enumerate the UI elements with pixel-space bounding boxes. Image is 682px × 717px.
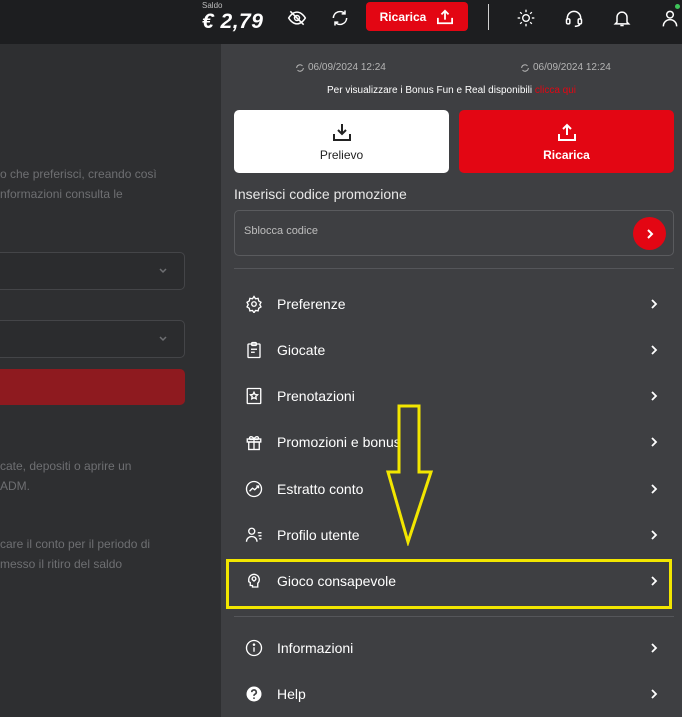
background-page: o che preferisci, creando così nformazio… [0,44,221,717]
left-text-3: cate, depositi o aprire un [0,459,132,473]
promo-submit-button[interactable] [633,217,666,250]
sun-icon[interactable] [514,6,538,30]
menu-item-label: Prenotazioni [277,388,355,404]
menu-item-preferenze[interactable]: Preferenze [234,284,674,324]
chevron-right-icon [651,391,658,401]
menu-item-help[interactable]: Help [234,674,674,714]
menu-item-informazioni[interactable]: Informazioni [234,628,674,668]
upload-icon [437,9,454,24]
left-text-6: messo il ritiro del saldo [0,557,123,571]
bonus-link[interactable]: clicca qui [535,85,576,96]
chevron-right-icon [651,643,658,653]
menu-item-prenotazioni[interactable]: Prenotazioni [234,376,674,416]
user-list-icon [244,525,264,545]
bonus-text: Per visualizzare i Bonus Fun e Real disp… [326,85,533,96]
bonus-info: Per visualizzare i Bonus Fun e Real disp… [221,85,682,96]
refresh-icon[interactable] [328,6,352,30]
prelievo-label: Prelievo [319,147,364,162]
top-bar: Saldo € 2,79 Ricarica [0,0,682,44]
chevron-right-icon [651,299,658,309]
menu-item-promozioni[interactable]: Promozioni e bonus [234,422,674,462]
left-select-2 [0,320,185,358]
menu-item-estratto-conto[interactable]: Estratto conto [234,469,674,509]
user-icon[interactable] [658,6,682,30]
gift-icon [244,432,264,452]
menu-item-label: Preferenze [277,296,346,312]
menu-item-label: Estratto conto [277,481,364,497]
gear-icon [244,294,264,314]
divider [234,268,674,269]
eye-off-icon[interactable] [285,6,309,30]
promo-code-box [234,210,674,256]
chevron-right-icon [651,437,658,447]
header-ricarica-label: Ricarica [379,9,427,24]
left-select-1 [0,252,185,290]
promo-code-input[interactable] [244,225,624,237]
bookmark-star-icon [244,386,264,406]
clipboard-icon [244,340,264,360]
chevron-right-icon [651,689,658,699]
menu-item-profilo-utente[interactable]: Profilo utente [234,515,674,555]
sync-timestamp-left: 06/09/2024 12:24 [295,62,386,73]
sync-time-right: 06/09/2024 12:24 [533,62,611,73]
sync-icon [521,63,529,72]
header-divider [488,4,489,30]
left-text-4: ADM. [0,479,30,493]
promo-title: Inserisci codice promozione [234,186,407,202]
menu-item-label: Informazioni [277,640,354,656]
chevron-right-icon [646,228,653,239]
left-text-5: care il conto per il periodo di [0,537,151,551]
chevron-right-icon [651,530,658,540]
download-icon [332,123,351,141]
menu-item-label: Profilo utente [277,527,360,543]
highlight-box [226,559,672,609]
chevron-right-icon [651,345,658,355]
chevron-right-icon [651,484,658,494]
divider [234,616,674,617]
upload-icon [557,123,576,141]
left-text-1: o che preferisci, creando così [0,167,157,181]
menu-item-label: Giocate [277,342,326,358]
saldo-value: € 2,79 [202,10,264,33]
ricarica-button[interactable]: Ricarica [459,110,674,173]
menu-item-giocate[interactable]: Giocate [234,330,674,370]
info-icon [244,638,264,658]
sync-icon [296,63,304,72]
chart-trend-icon [244,479,264,499]
bell-icon[interactable] [610,6,634,30]
help-icon [244,684,264,704]
header-ricarica-button[interactable]: Ricarica [366,2,468,31]
sync-timestamp-right: 06/09/2024 12:24 [520,62,611,73]
ricarica-label: Ricarica [543,147,590,162]
prelievo-button[interactable]: Prelievo [234,110,449,173]
menu-item-label: Promozioni e bonus [277,434,401,450]
left-action-button [0,369,185,405]
headset-icon[interactable] [562,6,586,30]
online-status-dot [675,4,680,9]
saldo-label: Saldo [202,1,223,10]
menu-item-label: Help [277,686,306,702]
left-text-2: nformazioni consulta le [0,187,123,201]
sync-time-left: 06/09/2024 12:24 [308,62,386,73]
